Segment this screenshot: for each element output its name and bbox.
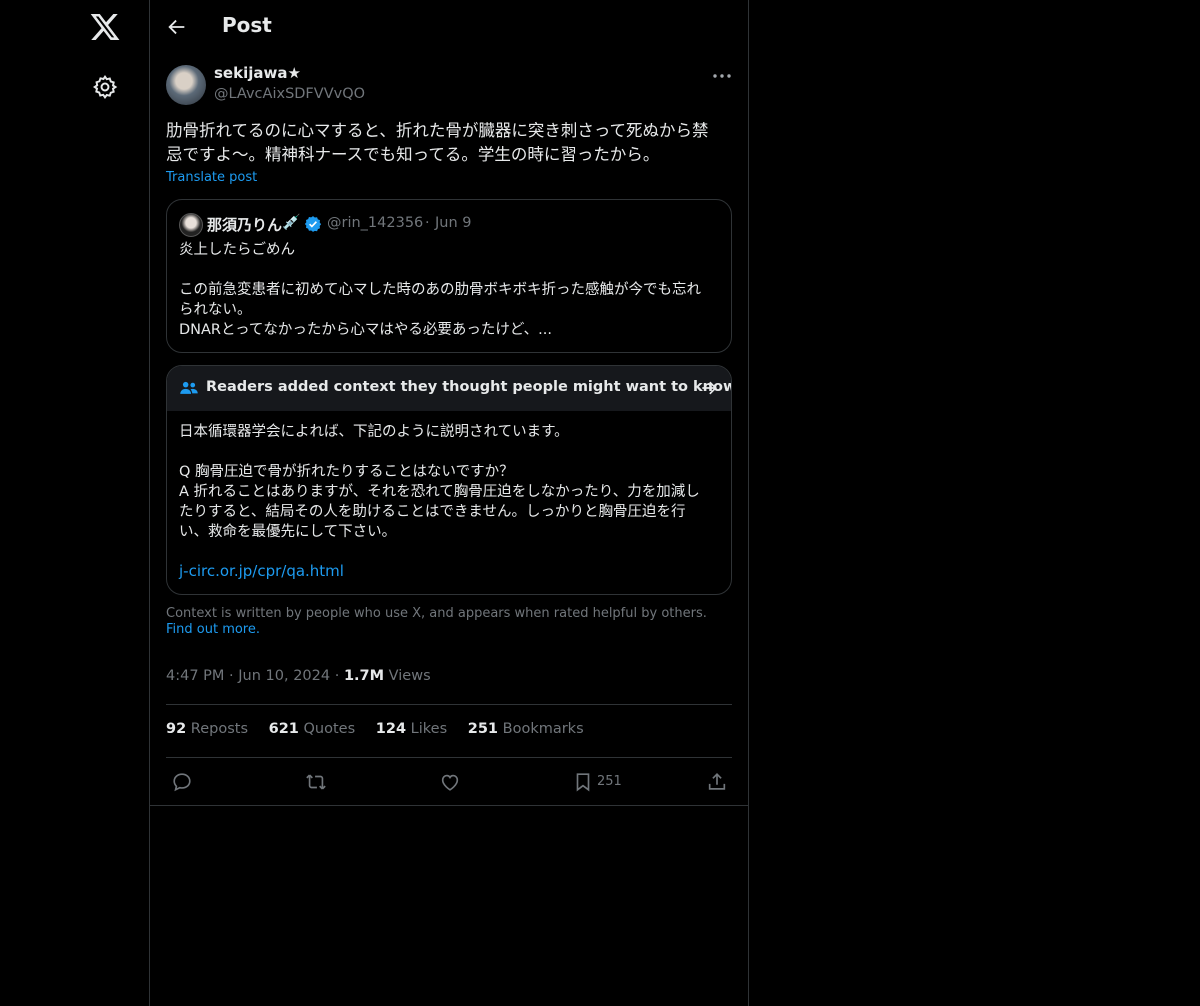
post-text-line: 肋骨折れてるのに心マすると、折れた骨が臓器に突き刺さって死ぬから禁 [166,121,709,140]
post-date[interactable]: Jun 10, 2024 [238,668,330,684]
quoted-text-line: DNARとってなかったから心マはやる必要あったけど、... [179,322,552,338]
bookmark-count: 251 [597,774,622,789]
find-out-more-link[interactable]: Find out more. [166,622,260,637]
likes-count: 124 [375,721,407,737]
engagement-stats: 92 Reposts 621 Quotes 124 Likes 251 Book… [166,721,600,737]
divider [166,704,732,705]
community-note-source-link[interactable]: j-circ.or.jp/cpr/qa.html [179,562,344,580]
community-note-line: 日本循環器学会によれば、下記のように説明されています。 [179,424,569,440]
quotes-stat[interactable]: 621 Quotes [269,721,356,737]
views-count: 1.7M [343,668,385,684]
likes-stat[interactable]: 124 Likes [376,721,447,737]
context-disclaimer: Context is written by people who use X, … [166,606,732,638]
quoted-text-line: この前急変患者に初めて心マした時のあの肋骨ボキボキ折った感触が今でも忘れ [179,282,701,298]
likes-label: Likes [410,721,448,737]
post-meta: 4:47 PM · Jun 10, 2024 · 1.7M Views [166,668,431,684]
quoted-text-line: られない。 [179,302,252,318]
page-title: Post [222,13,272,37]
reposts-label: Reposts [190,721,249,737]
quoted-post[interactable]: 那須乃りん 💉 @rin_142356 · Jun 9 炎上したらごめん この前… [166,199,732,353]
quoted-display-name: 那須乃りん [207,216,283,234]
community-note-line: A 折れることはありますが、それを恐れて胸骨圧迫をしなかったり、力を加減し [179,484,700,500]
bookmark-icon[interactable] [572,771,594,793]
avatar[interactable] [166,65,206,105]
bookmarks-label: Bookmarks [502,721,584,737]
repost-icon[interactable] [305,771,327,793]
bookmarks-stat[interactable]: 251 Bookmarks [468,721,584,737]
community-note-line: Q 胸骨圧迫で骨が折れたりすることはないですか？ [179,464,514,480]
syringe-emoji: 💉 [282,213,301,231]
like-icon[interactable] [439,771,461,793]
post-time[interactable]: 4:47 PM [166,668,224,684]
quoted-text-line: 炎上したらごめん [179,242,295,258]
community-note-header[interactable]: Readers added context they thought peopl… [167,366,732,411]
more-options-icon[interactable] [712,66,732,86]
community-note: Readers added context they thought peopl… [166,365,732,595]
reposts-stat[interactable]: 92 Reposts [166,721,248,737]
x-logo-icon[interactable] [89,11,121,43]
header: Post [150,0,748,54]
bookmarks-count: 251 [467,721,499,737]
views-label: Views [388,668,431,684]
translate-post-link[interactable]: Translate post [166,170,257,185]
post-card: Post sekijawa★ @LAvcAixSDFVVvQO 肋骨折れてるのに… [150,0,748,806]
quotes-count: 621 [268,721,299,737]
post-text-line: 忌ですよ〜。精神科ナースでも知ってる。学生の時に習ったから。 [166,145,660,164]
arrow-right-icon[interactable] [699,378,719,398]
quotes-label: Quotes [303,721,356,737]
community-note-line: い、救命を最優先にして下さい。 [179,524,397,540]
community-note-line: たりすると、結局その人を助けることはできません。しっかりと胸骨圧迫を行 [179,504,686,520]
verified-badge-icon [304,215,322,233]
quoted-avatar [179,213,203,237]
community-note-title: Readers added context they thought peopl… [206,379,732,395]
quoted-date: Jun 9 [435,215,472,231]
separator-dot: · [229,668,239,684]
reposts-count: 92 [166,721,187,737]
left-nav [0,0,149,1006]
arrow-left-icon[interactable] [166,16,188,38]
separator-dot: · [425,215,430,231]
quoted-handle: @rin_142356 [327,215,424,231]
people-icon [179,378,199,398]
gear-icon[interactable] [92,74,118,100]
share-icon[interactable] [706,771,728,793]
post-text: 肋骨折れてるのに心マすると、折れた骨が臓器に突き刺さって死ぬから禁 忌ですよ〜。… [166,119,732,167]
main-column: Post sekijawa★ @LAvcAixSDFVVvQO 肋骨折れてるのに… [149,0,749,1006]
reply-icon[interactable] [171,771,193,793]
author-display-name[interactable]: sekijawa★ [214,64,301,82]
separator-dot: · [334,668,344,684]
context-disclaimer-text: Context is written by people who use X, … [166,606,707,621]
divider [166,757,732,758]
author-handle[interactable]: @LAvcAixSDFVVvQO [214,86,365,102]
